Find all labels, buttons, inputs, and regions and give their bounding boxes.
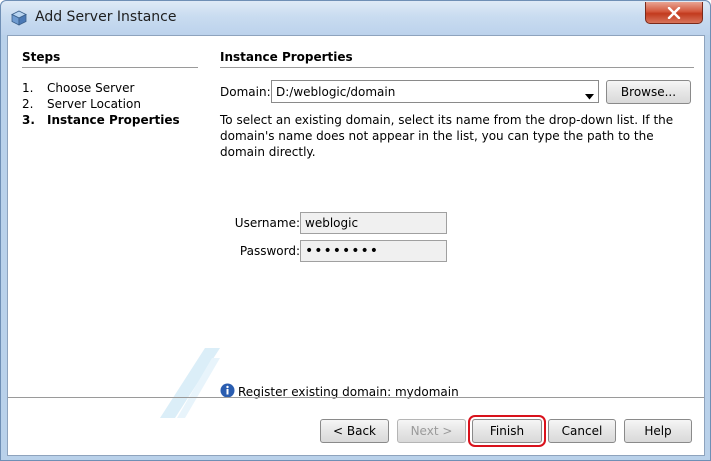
steps-list: 1. Choose Server 2. Server Location 3. I… [22, 80, 198, 128]
domain-help-text: To select an existing domain, select its… [220, 113, 674, 159]
panel-title: Instance Properties [220, 50, 694, 68]
step-number: 1. [22, 81, 34, 95]
finish-button[interactable]: Finish [472, 419, 542, 443]
username-input[interactable]: weblogic [300, 212, 447, 234]
cube-icon [11, 10, 27, 26]
step-item-choose-server: 1. Choose Server [22, 80, 198, 96]
step-label: Choose Server [47, 81, 135, 95]
instance-properties-panel: Instance Properties Domain: D:/weblogic/… [220, 50, 694, 399]
step-item-server-location: 2. Server Location [22, 96, 198, 112]
window-title: Add Server Instance [35, 9, 177, 25]
step-label: Instance Properties [47, 113, 180, 127]
back-button[interactable]: < Back [320, 419, 389, 443]
username-row: Username: weblogic [220, 212, 520, 234]
chevron-down-icon[interactable] [585, 89, 594, 103]
password-row: Password: •••••••• [220, 240, 520, 262]
password-input[interactable]: •••••••• [300, 240, 447, 262]
cancel-button[interactable]: Cancel [548, 419, 616, 443]
domain-value: D:/weblogic/domain [276, 85, 396, 99]
help-button[interactable]: Help [624, 419, 692, 443]
close-icon [667, 6, 681, 19]
title-bar[interactable]: Add Server Instance [1, 1, 710, 35]
info-icon [220, 383, 238, 401]
step-label: Server Location [47, 97, 141, 111]
username-label: Username: [234, 216, 300, 230]
dialog-window: Add Server Instance Steps 1. Choose Serv… [0, 0, 711, 461]
close-button[interactable] [645, 2, 703, 24]
step-item-instance-properties: 3. Instance Properties [22, 112, 198, 128]
dialog-content: Steps 1. Choose Server 2. Server Locatio… [7, 35, 705, 456]
footer-separator [8, 397, 704, 398]
steps-panel: Steps 1. Choose Server 2. Server Locatio… [22, 50, 198, 128]
domain-row: Domain: D:/weblogic/domain Browse... [220, 80, 694, 104]
domain-label: Domain: [220, 85, 271, 99]
steps-title: Steps [22, 50, 198, 68]
step-number: 2. [22, 97, 34, 111]
next-button[interactable]: Next > [397, 419, 466, 443]
watermark-graphic [160, 348, 220, 418]
domain-combobox[interactable]: D:/weblogic/domain [271, 80, 599, 103]
step-number: 3. [22, 113, 35, 127]
password-label: Password: [239, 244, 300, 258]
browse-button[interactable]: Browse... [606, 80, 691, 104]
